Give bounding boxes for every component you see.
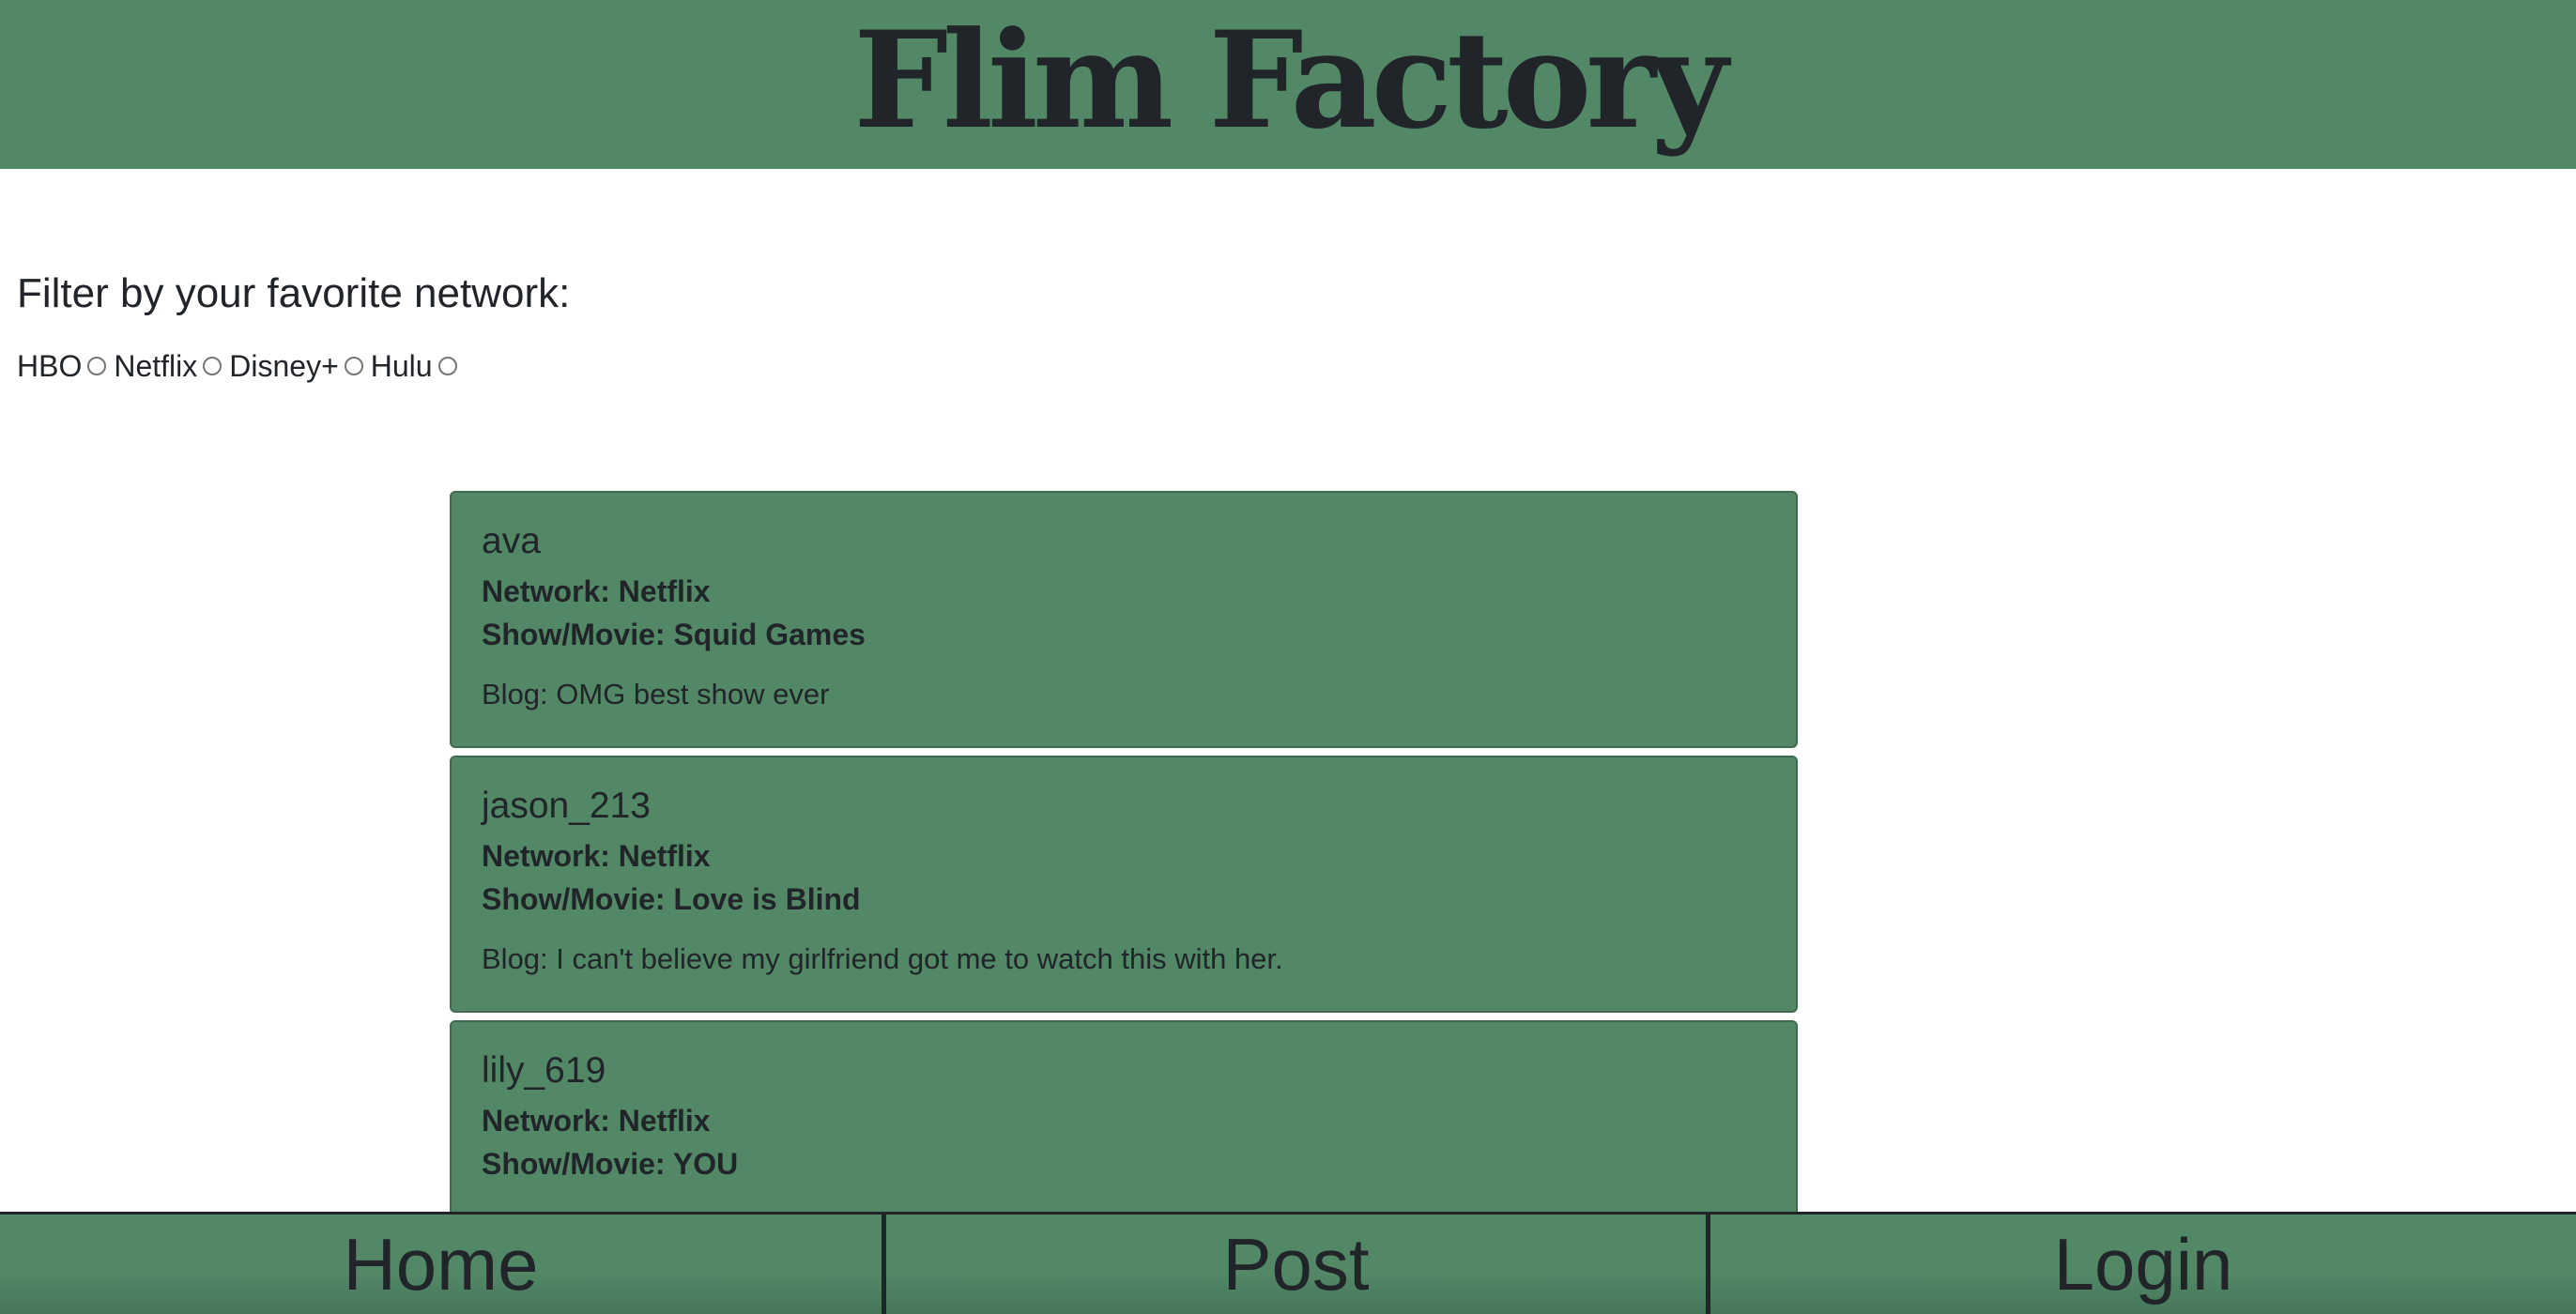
post-show: Show/Movie: Love is Blind — [482, 882, 861, 916]
filter-option-disney[interactable]: Disney+ — [229, 349, 371, 384]
post-blog: Blog: OMG best show ever — [482, 678, 830, 710]
radio-hulu[interactable] — [437, 356, 457, 375]
filter-option-hulu[interactable]: Hulu — [371, 349, 465, 384]
post-network: Network: Netflix — [482, 839, 711, 873]
radio-hbo[interactable] — [87, 356, 107, 375]
post-feed: ava Network: Netflix Show/Movie: Squid G… — [450, 491, 1798, 1285]
filter-label-hbo: HBO — [17, 349, 83, 383]
site-header: Flim Factory — [0, 0, 2576, 169]
post-card: jason_213 Network: Netflix Show/Movie: L… — [450, 756, 1798, 1013]
bottom-nav: Home Post Login — [0, 1212, 2576, 1314]
radio-disney[interactable] — [344, 356, 363, 375]
radio-netflix[interactable] — [203, 356, 222, 375]
filter-label-disney: Disney+ — [229, 349, 339, 383]
network-filter: HBO Netflix Disney+ Hulu — [17, 349, 465, 384]
nav-home-link[interactable]: Home — [0, 1215, 886, 1314]
filter-option-netflix[interactable]: Netflix — [114, 349, 229, 384]
post-network: Network: Netflix — [482, 1104, 711, 1138]
post-username: jason_213 — [482, 786, 651, 826]
post-blog: Blog: I can't believe my girlfriend got … — [482, 942, 1283, 975]
nav-login-link[interactable]: Login — [1710, 1215, 2576, 1314]
nav-post-link[interactable]: Post — [886, 1215, 1710, 1314]
filter-option-hbo[interactable]: HBO — [17, 349, 114, 384]
filter-label-netflix: Netflix — [114, 349, 198, 383]
filter-heading: Filter by your favorite network: — [17, 270, 571, 316]
post-show: Show/Movie: YOU — [482, 1147, 739, 1181]
post-show: Show/Movie: Squid Games — [482, 618, 866, 651]
post-username: ava — [482, 521, 541, 561]
post-card: ava Network: Netflix Show/Movie: Squid G… — [450, 491, 1798, 748]
post-username: lily_619 — [482, 1050, 606, 1091]
filter-label-hulu: Hulu — [370, 349, 433, 383]
page: Flim Factory Filter by your favorite net… — [0, 0, 2576, 1314]
post-network: Network: Netflix — [482, 574, 711, 608]
site-title: Flim Factory — [853, 3, 1728, 159]
